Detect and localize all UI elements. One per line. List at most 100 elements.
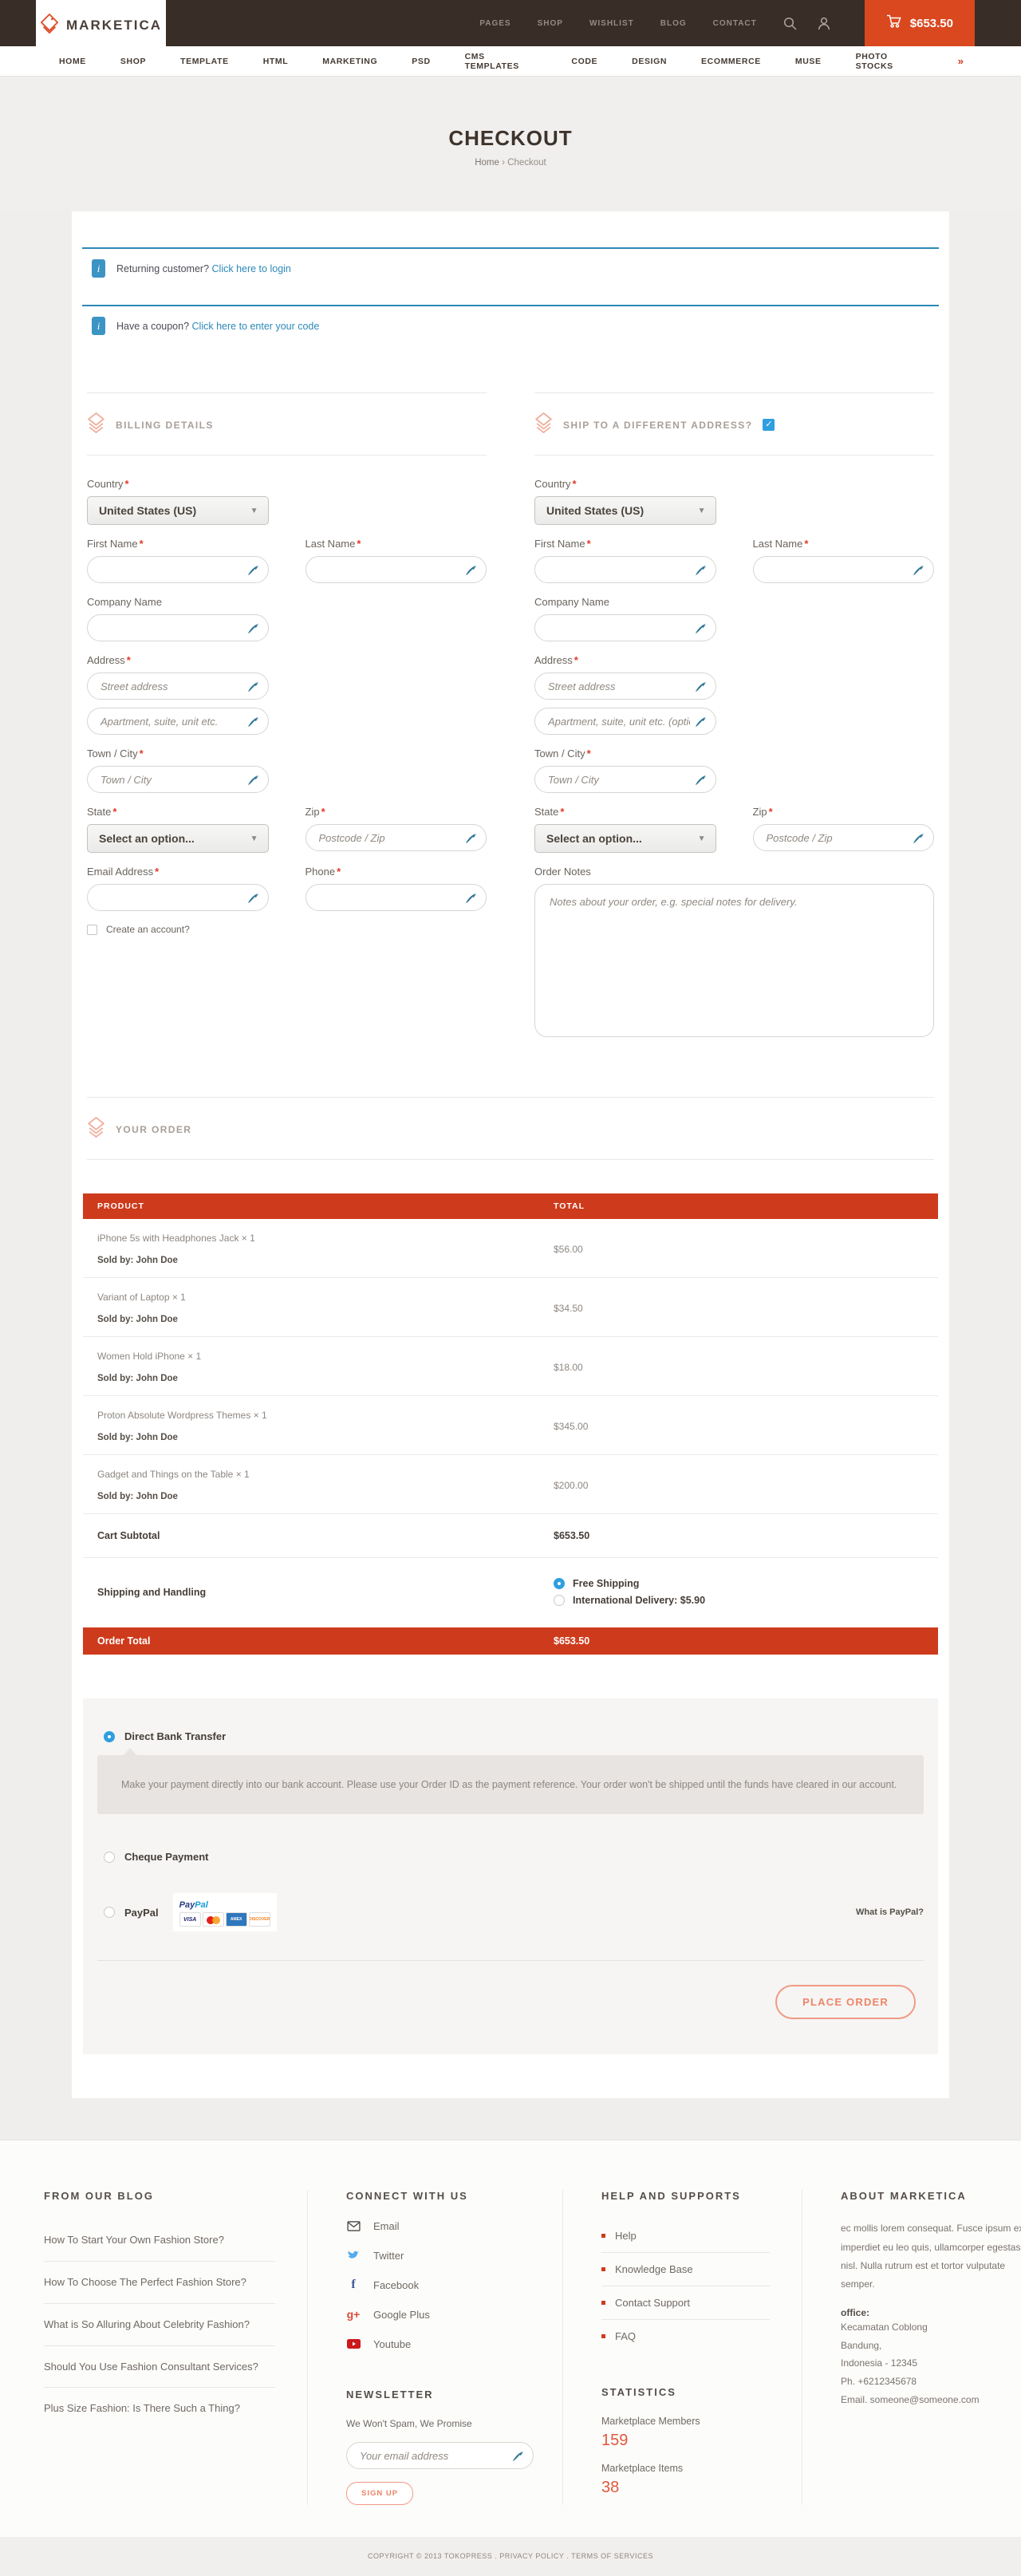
edit-pen-icon [913,564,924,576]
billing-state-select[interactable]: Select an option... ▼ [87,824,269,853]
privacy-policy-link[interactable]: PRIVACY POLICY [499,2552,564,2560]
footer-blog-column: FROM OUR BLOG How To Start Your Own Fash… [44,2190,307,2505]
login-link[interactable]: Click here to login [212,263,291,274]
topnav-wishlist[interactable]: WISHLIST [589,19,634,28]
billing-zip-input[interactable] [306,824,487,851]
billing-street-input[interactable] [87,673,269,700]
coupon-notice: i Have a coupon? Click here to enter you… [82,305,939,354]
shipping-first-name-input[interactable] [534,556,716,583]
blog-post-link[interactable]: Plus Size Fashion: Is There Such a Thing… [44,2388,275,2429]
billing-town-input[interactable] [87,766,269,793]
subnav-shop[interactable]: SHOP [120,57,146,66]
cheque-payment-radio[interactable] [104,1852,115,1863]
returning-customer-notice: i Returning customer? Click here to logi… [82,247,939,297]
billing-first-name-input[interactable] [87,556,269,583]
edit-pen-icon [695,774,707,786]
facebook-link[interactable]: f Facebook [346,2278,530,2291]
office-label: office: [841,2307,1021,2318]
subnav-cms-templates[interactable]: CMS TEMPLATES [465,52,538,71]
blog-post-link[interactable]: How To Start Your Own Fashion Store? [44,2219,275,2262]
shipping-apartment-input[interactable] [534,708,716,735]
subnav-photo-stocks[interactable]: PHOTO STOCKS [856,52,924,71]
edit-pen-icon [247,564,259,576]
product-name: Proton Absolute Wordpress Themes × 1 [83,1410,539,1421]
product-name: iPhone 5s with Headphones Jack × 1 [83,1233,539,1244]
shipping-label: Shipping and Handling [83,1587,539,1598]
topnav-blog[interactable]: BLOG [660,19,687,28]
chevron-down-icon: ▼ [250,834,258,843]
subnav-psd[interactable]: PSD [412,57,430,66]
what-is-paypal-link[interactable]: What is PayPal? [856,1907,924,1917]
ship-to-different-checkbox[interactable]: ✓ [763,419,775,431]
free-shipping-radio[interactable] [554,1578,565,1589]
subnav-ecommerce[interactable]: ECOMMERCE [701,57,761,66]
company-label: Company Name [87,596,162,608]
brand-logo[interactable]: MARKETICA [36,0,166,51]
create-account-checkbox[interactable] [87,925,97,935]
order-notes-textarea[interactable] [534,884,934,1037]
discover-icon: DISCOVER [249,1912,270,1927]
product-name: Gadget and Things on the Table × 1 [83,1469,539,1480]
shipping-last-name-input[interactable] [753,556,935,583]
info-icon: i [92,317,105,335]
place-order-button[interactable]: PLACE ORDER [775,1985,916,2019]
bank-transfer-description: Make your payment directly into our bank… [97,1755,924,1814]
subnav-code[interactable]: CODE [571,57,597,66]
edit-pen-icon [465,892,477,904]
address-line: Email. someone@someone.com [841,2391,1021,2409]
blog-post-link[interactable]: Should You Use Fashion Consultant Servic… [44,2346,275,2389]
shipping-state-select[interactable]: Select an option... ▼ [534,824,716,853]
twitter-link[interactable]: Twitter [346,2249,530,2262]
billing-heading: BILLING DETAILS [116,420,214,431]
edit-pen-icon [695,564,707,576]
breadcrumb-home[interactable]: Home [475,158,499,168]
newsletter-email-input[interactable] [346,2442,534,2469]
newsletter-signup-button[interactable]: SIGN UP [346,2482,413,2505]
terms-of-services-link[interactable]: TERMS OF SERVICES [571,2552,653,2560]
topnav-shop[interactable]: SHOP [538,19,563,28]
cart-button[interactable]: $653.50 [865,0,975,46]
stat-value: 159 [601,2432,770,2450]
subnav-template[interactable]: TEMPLATE [180,57,229,66]
coupon-link[interactable]: Click here to enter your code [192,321,320,332]
billing-country-select[interactable]: United States (US) ▼ [87,496,269,525]
youtube-link[interactable]: Youtube [346,2337,530,2350]
search-icon[interactable] [783,17,797,30]
subnav-marketing[interactable]: MARKETING [322,57,377,66]
subnav-design[interactable]: DESIGN [632,57,667,66]
billing-phone-input[interactable] [306,884,487,911]
shipping-country-select[interactable]: United States (US) ▼ [534,496,716,525]
user-account-icon[interactable] [818,17,831,30]
billing-apartment-input[interactable] [87,708,269,735]
billing-company-input[interactable] [87,614,269,641]
paypal-radio[interactable] [104,1907,115,1918]
shipping-street-input[interactable] [534,673,716,700]
blog-post-link[interactable]: How To Choose The Perfect Fashion Store? [44,2262,275,2304]
google-plus-link[interactable]: g+ Google Plus [346,2308,530,2321]
shipping-town-input[interactable] [534,766,716,793]
subnav-muse[interactable]: MUSE [795,57,822,66]
billing-email-input[interactable] [87,884,269,911]
shipping-heading: SHIP TO A DIFFERENT ADDRESS? [563,420,752,431]
order-total-label: Order Total [83,1635,539,1647]
topnav-contact[interactable]: CONTACT [713,19,757,28]
subnav-home[interactable]: HOME [59,57,86,66]
footer-help-column: HELP AND SUPPORTS Help Knowledge Base Co… [562,2190,802,2505]
email-link[interactable]: Email [346,2219,530,2232]
shipping-zip-input[interactable] [753,824,935,851]
edit-pen-icon [913,832,924,844]
blog-post-link[interactable]: What is So Alluring About Celebrity Fash… [44,2304,275,2346]
bank-transfer-radio[interactable] [104,1731,115,1742]
knowledge-base-link: Knowledge Base [601,2253,770,2286]
shipping-company-input[interactable] [534,614,716,641]
international-delivery-radio[interactable] [554,1595,565,1606]
help-heading: HELP AND SUPPORTS [601,2190,770,2202]
subnav-more-icon[interactable]: » [958,55,964,67]
subnav-html[interactable]: HTML [263,57,289,66]
order-total-value: $653.50 [539,1635,938,1647]
stat-label: Marketplace Items [601,2463,770,2474]
topnav-pages[interactable]: PAGES [479,19,510,28]
billing-last-name-input[interactable] [306,556,487,583]
checkout-card: i Returning customer? Click here to logi… [72,211,949,2098]
product-column-header: PRODUCT [83,1201,539,1211]
